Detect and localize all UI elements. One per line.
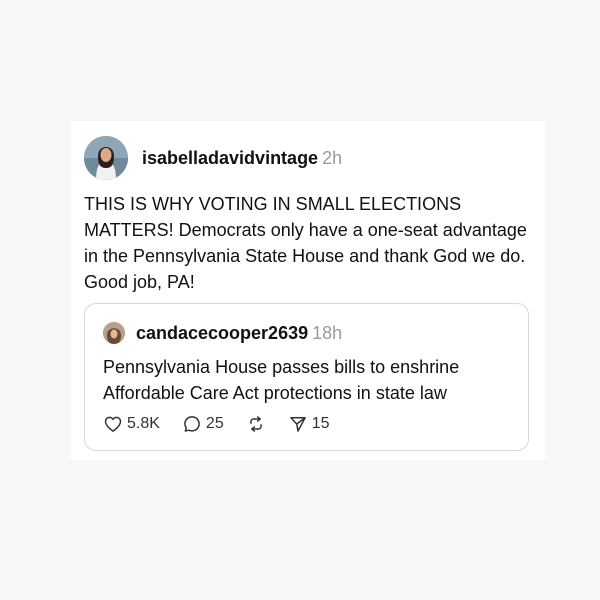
quoted-timestamp: 18h <box>312 323 343 343</box>
repost-button[interactable] <box>246 414 266 434</box>
quoted-username[interactable]: candacecooper2639 <box>136 323 308 343</box>
repost-icon <box>249 416 262 432</box>
share-count: 15 <box>311 415 330 432</box>
quoted-author-avatar[interactable] <box>103 322 125 344</box>
avatar-photo-icon <box>84 136 128 180</box>
author-username[interactable]: isabelladavidvintage <box>142 148 318 168</box>
quoted-post[interactable]: candacecooper2639 18h Pennsylvania House … <box>84 303 529 451</box>
reply-button[interactable]: 25 <box>182 414 224 434</box>
post-timestamp: 2h <box>322 148 343 168</box>
heart-icon <box>104 416 122 432</box>
like-count: 5.8K <box>127 415 160 432</box>
reply-count: 25 <box>205 415 224 432</box>
like-button[interactable]: 5.8K <box>103 414 160 434</box>
share-button[interactable]: 15 <box>288 414 330 434</box>
post-card: isabelladavidvintage 2h THIS IS WHY VOTIN… <box>71 121 545 460</box>
post-body: THIS IS WHY VOTING IN SMALL ELECTIONS MA… <box>84 194 527 292</box>
author-avatar[interactable] <box>84 136 128 180</box>
action-bar: 5.8K 25 15 <box>103 412 352 436</box>
send-icon <box>289 417 306 432</box>
quoted-author: candacecooper2639 18h <box>136 322 342 344</box>
post-author: isabelladavidvintage 2h <box>142 147 342 169</box>
quoted-avatar-photo-icon <box>103 322 125 344</box>
comment-bubble-icon <box>184 416 200 432</box>
quoted-body: Pennsylvania House passes bills to enshr… <box>103 357 460 403</box>
